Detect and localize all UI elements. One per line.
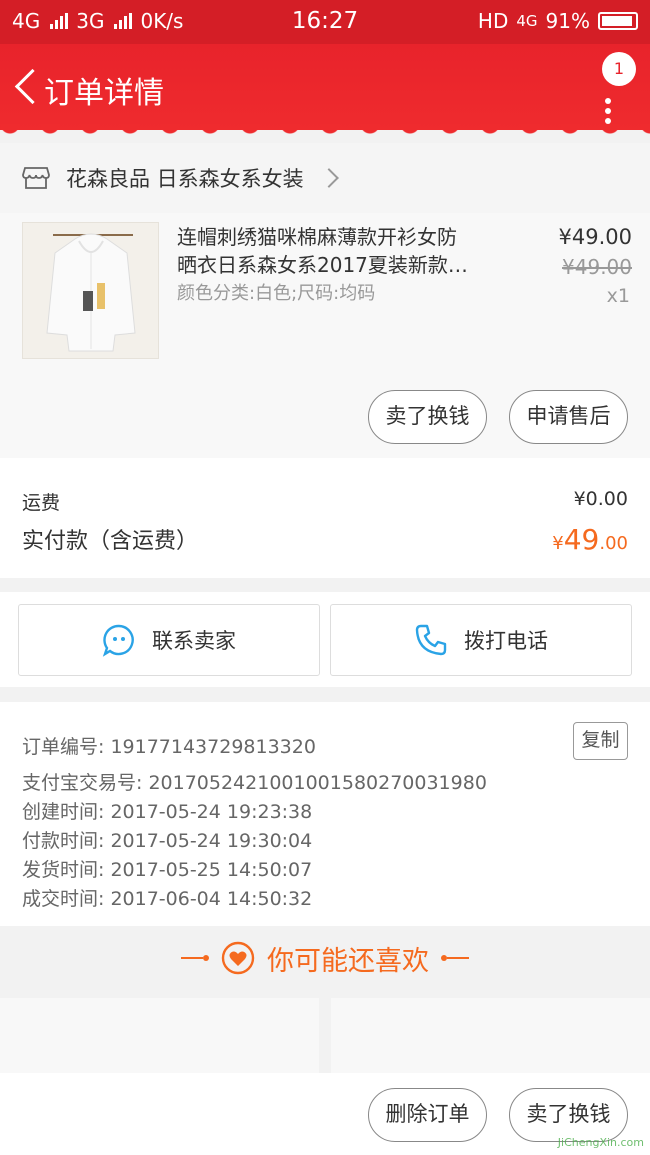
paid-label: 实付款（含运费） xyxy=(22,529,199,554)
phone-icon xyxy=(415,624,447,656)
bottom-action-bar: 删除订单 卖了换钱 JiChengXin.com xyxy=(0,1073,650,1155)
paid-time: 付款时间: 2017-05-24 19:30:04 xyxy=(22,830,313,852)
app-header: 订单详情 1 xyxy=(0,44,650,136)
shipping-value: ¥0.00 xyxy=(573,488,628,510)
watermark: JiChengXin.com xyxy=(557,1136,644,1149)
chevron-right-icon xyxy=(318,168,339,188)
product-attributes: 颜色分类:白色;尺码:均码 xyxy=(177,283,376,304)
status-right: HD 4G 91% xyxy=(478,9,638,33)
call-phone-label: 拨打电话 xyxy=(464,629,548,653)
call-phone-button[interactable]: 拨打电话 xyxy=(330,604,632,676)
battery-icon xyxy=(598,12,638,30)
fee-summary: 运费 ¥0.00 实付款（含运费） ¥49.00 xyxy=(0,458,650,578)
recommend-header: 你可能还喜欢 xyxy=(0,926,650,990)
after-sale-button[interactable]: 申请售后 xyxy=(509,390,628,444)
status-bar: 4G 3G 0K/s 16:27 HD 4G 91% xyxy=(0,0,650,44)
contact-seller-button[interactable]: 联系卖家 xyxy=(18,604,320,676)
completed-time: 成交时间: 2017-06-04 14:50:32 xyxy=(22,888,313,910)
order-info: 订单编号: 19177143729813320 复制 支付宝交易号: 20170… xyxy=(0,702,650,926)
product-quantity: x1 xyxy=(606,285,630,307)
recommend-card[interactable] xyxy=(0,998,319,1073)
heart-icon xyxy=(221,941,255,975)
order-number: 订单编号: 19177143729813320 xyxy=(22,736,316,758)
product-name[interactable]: 连帽刺绣猫咪棉麻薄款开衫女防 晒衣日系森女系2017夏装新款… xyxy=(177,223,507,279)
product-card[interactable]: 连帽刺绣猫咪棉麻薄款开衫女防 晒衣日系森女系2017夏装新款… 颜色分类:白色;… xyxy=(0,213,650,458)
shipping-label: 运费 xyxy=(22,492,61,514)
product-thumbnail[interactable] xyxy=(22,222,159,359)
paid-value: ¥49.00 xyxy=(552,523,628,556)
hd-label: HD xyxy=(477,9,509,33)
back-arrow-icon[interactable] xyxy=(8,64,44,108)
product-original-price: ¥49.00 xyxy=(562,255,632,279)
divider-right xyxy=(441,955,469,961)
store-name: 花森良品 日系森女系女装 xyxy=(66,167,304,191)
recommend-card[interactable] xyxy=(331,998,650,1073)
alipay-trade-number: 支付宝交易号: 2017052421001001580270031980 xyxy=(22,772,487,794)
product-price: ¥49.00 xyxy=(558,225,632,249)
contact-bar: 联系卖家 拨打电话 xyxy=(0,592,650,687)
created-time: 创建时间: 2017-05-24 19:23:38 xyxy=(22,801,313,823)
shipped-time: 发货时间: 2017-05-25 14:50:07 xyxy=(22,859,313,881)
page-title: 订单详情 xyxy=(44,76,164,111)
divider-left xyxy=(181,955,209,961)
product-name-line2: 晒衣日系森女系2017夏装新款… xyxy=(177,253,468,277)
recommend-title: 你可能还喜欢 xyxy=(267,945,429,977)
copy-button[interactable]: 复制 xyxy=(573,722,628,760)
store-row[interactable]: 花森良品 日系森女系女装 xyxy=(0,143,650,213)
sell-button[interactable]: 卖了换钱 xyxy=(368,390,487,444)
battery-percent: 91% xyxy=(545,9,590,33)
network-type-label: 4G xyxy=(516,12,538,30)
delete-order-button[interactable]: 删除订单 xyxy=(368,1088,487,1142)
product-name-line1: 连帽刺绣猫咪棉麻薄款开衫女防 xyxy=(177,225,457,249)
chat-bubble-icon xyxy=(102,624,134,657)
message-count-badge[interactable]: 1 xyxy=(602,52,636,86)
bottom-sell-button[interactable]: 卖了换钱 xyxy=(509,1088,628,1142)
store-icon xyxy=(22,167,50,189)
contact-seller-label: 联系卖家 xyxy=(152,629,236,653)
